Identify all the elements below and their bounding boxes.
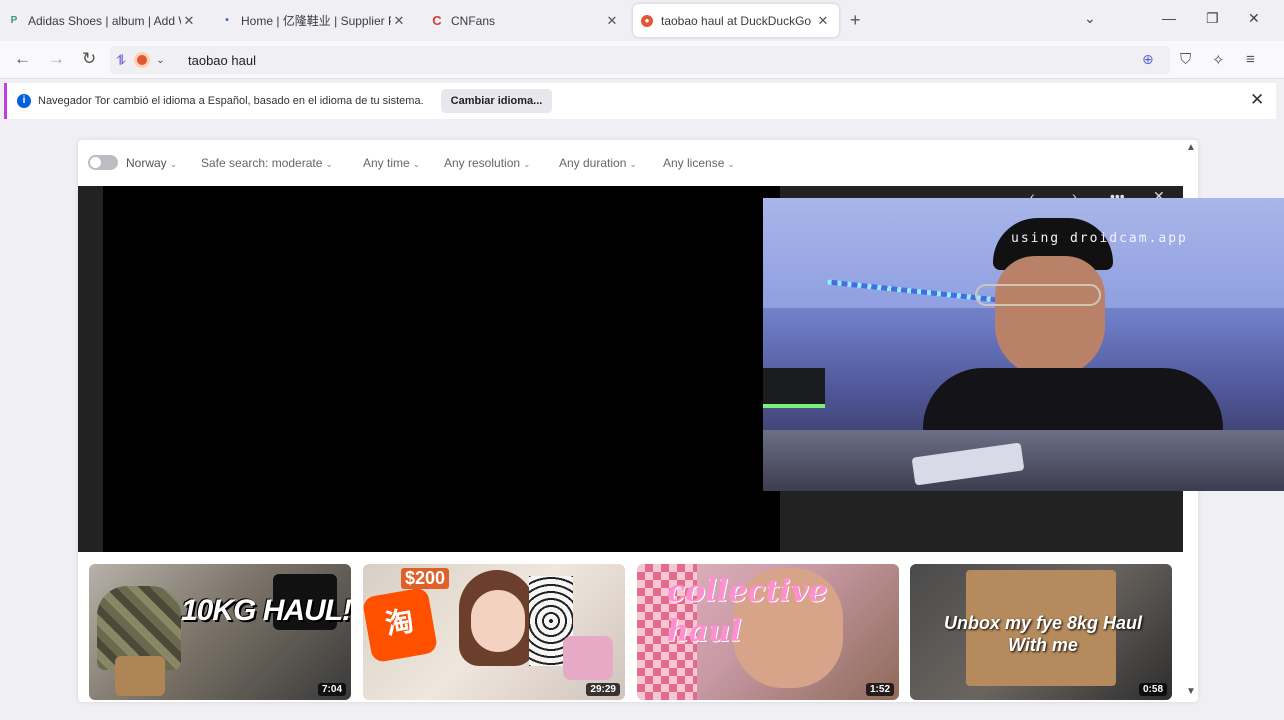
minimize-button[interactable]: — bbox=[1162, 10, 1176, 26]
close-icon[interactable]: ✕ bbox=[181, 13, 197, 29]
window-close-button[interactable]: ✕ bbox=[1248, 10, 1260, 27]
back-icon[interactable]: ← bbox=[14, 49, 31, 69]
glasses-image bbox=[975, 284, 1101, 306]
shield-icon[interactable]: ⛉ bbox=[1180, 51, 1191, 68]
duration-badge: 7:04 bbox=[317, 683, 346, 696]
language-notification: i Navegador Tor cambió el idioma a Españ… bbox=[4, 83, 1276, 119]
filter-label: Safe search: moderate bbox=[201, 156, 323, 170]
filter-label: Any duration bbox=[559, 156, 627, 170]
navigation-toolbar: ← → ↻ ⥮ ⌄ taobao haul ⊕ ⛉ ✧ ≡ bbox=[0, 41, 1284, 79]
duration-badge: 29:29 bbox=[586, 683, 620, 696]
region-toggle[interactable] bbox=[88, 155, 118, 170]
duration-filter[interactable]: Any duration ⌄ bbox=[559, 156, 637, 170]
video-thumbnails-row: 10KG HAUL! 7:04 $200 淘 29:29 collective … bbox=[78, 552, 1183, 702]
scroll-down-arrow-icon[interactable]: ▼ bbox=[1186, 686, 1196, 697]
filter-label: Norway bbox=[126, 156, 167, 170]
bag-image bbox=[563, 636, 613, 680]
reload-icon[interactable]: ↻ bbox=[82, 49, 96, 69]
close-icon[interactable]: ✕ bbox=[391, 13, 407, 29]
chevron-down-icon: ⌄ bbox=[169, 159, 178, 169]
resolution-filter[interactable]: Any resolution ⌄ bbox=[444, 156, 531, 170]
p-icon: P bbox=[10, 15, 18, 26]
filter-label: Any time bbox=[363, 156, 410, 170]
chevron-down-icon: ⌄ bbox=[727, 159, 735, 169]
thumbnail-title: 10KG HAUL! bbox=[181, 594, 351, 627]
chevron-down-icon: ⌄ bbox=[412, 159, 421, 169]
menu-icon[interactable]: ≡ bbox=[1246, 51, 1255, 68]
identity-box[interactable]: ⥮ ⌄ bbox=[116, 49, 184, 71]
restore-button[interactable]: ❐ bbox=[1206, 10, 1219, 27]
close-icon[interactable]: ✕ bbox=[1250, 90, 1264, 110]
notification-text: Navegador Tor cambió el idioma a Español… bbox=[38, 95, 424, 107]
address-bar[interactable]: ⥮ ⌄ taobao haul ⊕ bbox=[110, 46, 1170, 74]
new-tab-button[interactable]: + bbox=[850, 10, 861, 31]
face-image bbox=[995, 256, 1105, 376]
tab-adidas[interactable]: P Adidas Shoes | album | Add Wh ✕ bbox=[0, 4, 205, 37]
filter-label: Any license bbox=[663, 156, 725, 170]
tab-title: CNFans bbox=[451, 13, 496, 28]
translate-globe-icon[interactable]: ⊕ bbox=[1142, 51, 1154, 68]
thumbnail-price: $200 bbox=[401, 568, 450, 589]
duckduckgo-icon: ● bbox=[641, 14, 653, 27]
change-language-button[interactable]: Cambiar idioma... bbox=[441, 89, 552, 113]
video-thumbnail[interactable]: 10KG HAUL! 7:04 bbox=[89, 564, 351, 700]
filter-bar: Norway ⌄ Safe search: moderate ⌄ Any time ⌄… bbox=[78, 140, 1198, 186]
taobao-logo-image: 淘 bbox=[363, 586, 439, 664]
tab-duckduckgo[interactable]: ● taobao haul at DuckDuckGo ✕ bbox=[633, 4, 839, 37]
chevron-down-icon[interactable]: ⌄ bbox=[156, 55, 164, 66]
chevron-down-icon: ⌄ bbox=[523, 159, 531, 169]
list-all-tabs-icon[interactable]: ⌄ bbox=[1084, 10, 1096, 27]
boots-image bbox=[115, 656, 165, 696]
chevron-down-icon: ⌄ bbox=[325, 159, 333, 169]
region-filter[interactable]: Norway ⌄ bbox=[126, 156, 177, 170]
tab-strip: P Adidas Shoes | album | Add Wh ✕ • Home… bbox=[0, 0, 1284, 41]
dot-icon: • bbox=[225, 15, 229, 26]
scroll-up-arrow-icon[interactable]: ▲ bbox=[1186, 142, 1196, 153]
desk-image bbox=[763, 430, 1284, 491]
webcam-overlay: using droidcam.app bbox=[763, 198, 1284, 491]
filter-label: Any resolution bbox=[444, 156, 521, 170]
video-thumbnail[interactable]: collective haul 1:52 bbox=[637, 564, 899, 700]
forward-icon[interactable]: → bbox=[48, 49, 65, 69]
info-icon: i bbox=[17, 94, 31, 108]
video-player[interactable] bbox=[103, 186, 780, 552]
safe-search-filter[interactable]: Safe search: moderate ⌄ bbox=[201, 156, 333, 170]
droidcam-watermark: using droidcam.app bbox=[1011, 231, 1188, 246]
chevron-down-icon: ⌄ bbox=[629, 159, 637, 169]
duration-badge: 0:58 bbox=[1138, 683, 1167, 696]
face-image bbox=[471, 590, 525, 652]
tab-cnfans[interactable]: C CNFans ✕ bbox=[423, 4, 628, 37]
close-icon[interactable]: ✕ bbox=[604, 13, 620, 29]
video-thumbnail[interactable]: $200 淘 29:29 bbox=[363, 564, 625, 700]
close-icon[interactable]: ✕ bbox=[815, 13, 831, 29]
cnfans-icon: C bbox=[432, 13, 442, 28]
tab-supplier[interactable]: • Home | 亿隆鞋业 | Supplier Prod ✕ bbox=[213, 4, 415, 37]
tor-circuit-icon[interactable]: ⥮ bbox=[116, 52, 126, 69]
license-filter[interactable]: Any license ⌄ bbox=[663, 156, 735, 170]
url-input[interactable]: taobao haul bbox=[188, 53, 256, 68]
tab-title: taobao haul at DuckDuckGo bbox=[661, 13, 812, 28]
duration-badge: 1:52 bbox=[865, 683, 894, 696]
time-filter[interactable]: Any time ⌄ bbox=[363, 156, 420, 170]
duckduckgo-icon bbox=[134, 52, 151, 68]
thumbnail-title: Unbox my fye 8kg Haul With me bbox=[943, 613, 1143, 655]
thumbnail-title: collective haul bbox=[667, 574, 828, 649]
video-thumbnail[interactable]: Unbox my fye 8kg Haul With me 0:58 bbox=[910, 564, 1172, 700]
tab-title: Adidas Shoes | album | Add Wh bbox=[28, 13, 181, 28]
extensions-icon[interactable]: ✧ bbox=[1212, 51, 1225, 69]
speaker-image bbox=[763, 368, 825, 408]
tab-title: Home | 亿隆鞋业 | Supplier Prod bbox=[241, 14, 391, 28]
